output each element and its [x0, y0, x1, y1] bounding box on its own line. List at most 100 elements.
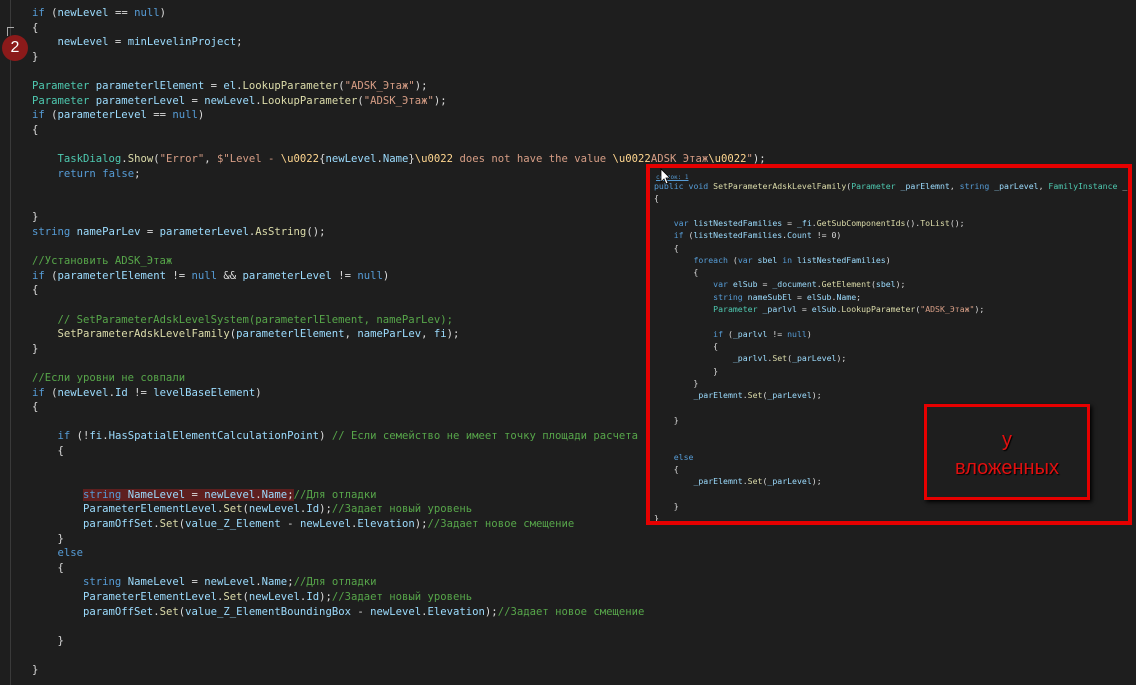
code-line[interactable]: }	[654, 414, 679, 426]
code-token: );	[414, 518, 428, 530]
code-token: _parLevel	[994, 181, 1039, 191]
code-token: //Для отладки	[293, 576, 377, 589]
step-badge-number: 2	[10, 39, 20, 56]
code-line[interactable]: SetParameterAdskLevelFamily(parameterlEl…	[32, 327, 460, 342]
code-token: parameterLevel	[159, 226, 249, 238]
code-line[interactable]: }	[32, 50, 38, 65]
code-token: newLevel	[204, 576, 256, 589]
code-line[interactable]: {	[654, 463, 679, 475]
code-token: sbel	[875, 279, 896, 290]
code-token: );	[414, 80, 428, 92]
code-line[interactable]: {	[32, 444, 64, 459]
code-line[interactable]: _parElemnt.Set(_parLevel);	[654, 475, 821, 487]
code-line[interactable]: string nameSubEl = elSub.Name;	[654, 291, 861, 303]
code-line[interactable]: if (_parlvl != null)	[654, 328, 812, 340]
code-token: ,	[949, 181, 960, 191]
code-line[interactable]: ParameterElementLevel.Set(newLevel.Id);/…	[32, 590, 472, 605]
code-line[interactable]: Parameter _parlvl = elSub.LookupParamete…	[654, 303, 984, 315]
code-token: }	[654, 377, 699, 388]
code-line[interactable]: public void SetParameterAdskLevelFamily(…	[654, 180, 1127, 192]
code-line[interactable]: if (parameterLevel == null)	[32, 108, 204, 123]
code-line[interactable]: }	[654, 512, 659, 521]
code-line[interactable]: return false;	[32, 167, 141, 182]
code-line[interactable]: newLevel = minLevelinProject;	[32, 35, 243, 50]
code-line[interactable]: var listNestedFamilies = _fi.GetSubCompo…	[654, 217, 965, 229]
code-line[interactable]: {	[654, 340, 718, 352]
code-line[interactable]: // SetParameterAdskLevelSystem(parameter…	[32, 313, 453, 328]
code-line[interactable]: {	[32, 283, 38, 298]
code-line[interactable]: {	[32, 400, 38, 415]
code-line[interactable]: if (parameterlElement != null && paramet…	[32, 269, 389, 284]
code-token: string	[959, 181, 990, 191]
code-token: (	[44, 386, 58, 399]
code-line[interactable]: {	[654, 192, 659, 204]
code-token: (!	[70, 430, 90, 443]
code-line[interactable]: if (newLevel.Id != levelBaseElement)	[32, 386, 262, 401]
code-line[interactable]: }	[32, 342, 38, 357]
code-token: listNestedFamilies	[693, 230, 783, 241]
code-token: if	[673, 230, 684, 241]
code-token: void	[688, 181, 709, 191]
code-token: }	[32, 664, 39, 676]
code-token: Elevation	[427, 605, 485, 618]
code-line[interactable]: string NameLevel = newLevel.Name;//Для о…	[32, 575, 377, 590]
code-line[interactable]: }	[32, 532, 64, 547]
code-line[interactable]: string NameLevel = newLevel.Name;//Для о…	[32, 488, 377, 503]
code-line[interactable]: }	[32, 663, 38, 678]
code-token: (	[683, 230, 694, 241]
code-line[interactable]: //Если уровни не совпали	[32, 371, 185, 386]
code-line[interactable]: //Установить ADSK_Этаж	[32, 254, 172, 269]
code-token: null	[134, 7, 160, 19]
code-token: ().	[905, 217, 921, 228]
code-line[interactable]: if (!fi.HasSpatialElementCalculationPoin…	[32, 429, 638, 444]
code-token: does not have the value	[453, 153, 613, 165]
code-line[interactable]: paramOffSet.Set(value_Z_ElementBoundingB…	[32, 605, 644, 620]
code-line[interactable]: var elSub = _document.GetElement(sbel);	[654, 278, 905, 290]
code-line[interactable]: if (newLevel == null)	[32, 6, 166, 21]
code-line[interactable]: _parlvl.Set(_parLevel);	[654, 352, 846, 364]
code-line[interactable]: {	[32, 561, 64, 576]
code-token: null	[787, 328, 807, 339]
code-line[interactable]: {	[32, 21, 38, 36]
code-line[interactable]: string nameParLev = parameterLevel.AsStr…	[32, 225, 325, 240]
code-token: )	[885, 254, 891, 265]
code-line[interactable]: paramOffSet.Set(value_Z_Element - newLev…	[32, 517, 574, 532]
code-token: string	[83, 576, 122, 589]
code-line[interactable]: }	[32, 210, 38, 225]
code-line[interactable]: {	[32, 123, 38, 138]
code-line[interactable]: Parameter parameterlElement = el.LookupP…	[32, 79, 428, 94]
code-token: ();	[306, 226, 326, 238]
code-line[interactable]: }	[32, 634, 64, 649]
code-token: if	[32, 7, 45, 19]
code-token: \u0022	[280, 153, 320, 165]
code-token: NameLevel	[127, 488, 186, 501]
code-token: //Если уровни не совпали	[32, 372, 186, 384]
code-line[interactable]: ParameterElementLevel.Set(newLevel.Id);/…	[32, 502, 472, 517]
code-token: {	[654, 463, 679, 474]
code-token: Id	[306, 591, 320, 603]
code-line[interactable]: foreach (var sbel in listNestedFamilies)	[654, 254, 891, 266]
code-line[interactable]: _parElemnt.Set(_parLevel);	[654, 389, 821, 401]
code-token: ==	[108, 7, 135, 19]
code-token: )	[197, 109, 205, 122]
code-token: nameParLev	[76, 226, 141, 238]
annotation-line-1: у	[1002, 429, 1012, 451]
code-token: .	[255, 488, 262, 501]
code-line[interactable]: }	[654, 365, 718, 377]
code-line[interactable]: Parameter parameterLevel = newLevel.Look…	[32, 94, 447, 109]
code-line[interactable]: {	[654, 266, 698, 278]
code-line[interactable]: }	[654, 377, 698, 389]
code-token: {	[32, 445, 64, 457]
code-line[interactable]: else	[32, 546, 84, 561]
code-line[interactable]: }	[654, 500, 679, 512]
code-line[interactable]: if (listNestedFamilies.Count != 0)	[654, 229, 842, 241]
code-line[interactable]: {	[654, 242, 679, 254]
code-line[interactable]: else	[654, 451, 694, 463]
